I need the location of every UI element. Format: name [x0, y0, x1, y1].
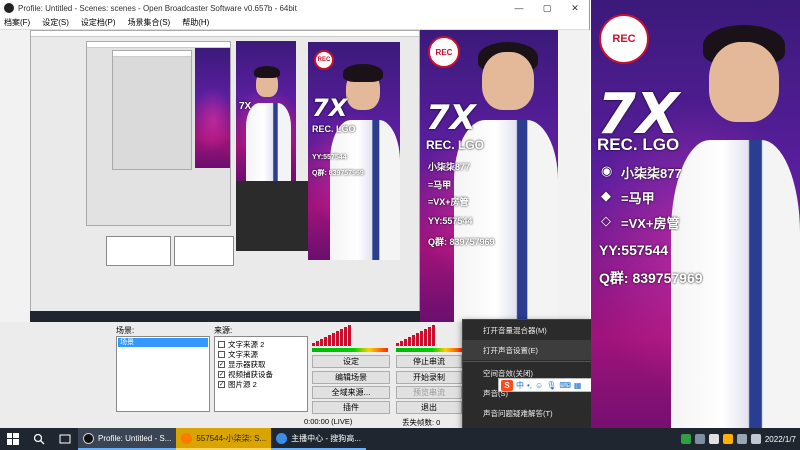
global-sources-button[interactable]: 全域来源... [312, 386, 390, 399]
tray-app-icon[interactable] [680, 434, 691, 444]
clock-date[interactable]: 2022/1/7 [765, 435, 796, 444]
nested-capture-3 [112, 50, 192, 170]
poster-image: REC 7X REC. LGO ◉ 小柒柒877 ◆ =马甲 ◇ =VX+房管 … [591, 0, 800, 450]
nested-poster-small [195, 48, 230, 168]
ime-punct-icon[interactable]: •, [527, 381, 532, 390]
obs-titlebar: Profile: Untitled - Scenes: scenes - Ope… [0, 0, 589, 16]
nested-capture-2 [86, 41, 231, 226]
tray-app-icon[interactable] [694, 434, 705, 444]
source-item[interactable]: ✓ 视频捕获设备 [215, 369, 307, 379]
stream-time: 0:00:00 (LIVE) [304, 417, 353, 426]
stop-stream-button[interactable]: 停止串流 [396, 355, 462, 368]
ime-emoji-icon[interactable]: ☺ [535, 381, 543, 390]
source-item[interactable]: ✓ 显示器获取 [215, 359, 307, 369]
scenes-label: 场景: [116, 326, 135, 335]
close-button[interactable]: ✕ [561, 3, 589, 14]
menu-profile[interactable]: 设定档(P) [81, 17, 116, 28]
windows-start-icon[interactable] [0, 428, 26, 450]
wechat-icon: ◇ [601, 213, 611, 228]
menu-help[interactable]: 帮助(H) [182, 17, 209, 28]
source-item[interactable]: 文字来源 [215, 349, 307, 359]
qq-icon: ◆ [601, 188, 611, 203]
source-checkbox[interactable]: ✓ [218, 360, 225, 368]
tray-app-icon[interactable] [722, 434, 733, 444]
nested-scene-list [106, 236, 171, 266]
source-checkbox[interactable] [218, 350, 225, 358]
mic-volume-slider[interactable] [312, 324, 351, 346]
nested-source-list [174, 236, 234, 266]
menu-item-troubleshoot[interactable]: 声音问题疑难解答(T) [463, 403, 591, 423]
ime-keyboard-icon[interactable]: ⌨ [559, 381, 571, 390]
taskbar-app-stream[interactable]: 557544-小柒柒: S... [176, 428, 272, 450]
poster-qgroup: Q群: 839757969 [599, 270, 703, 286]
ime-toolbar[interactable]: S 中 •, ☺ 🎙 ⌨ ▦ [498, 378, 592, 392]
obs-app-icon [4, 3, 14, 13]
ime-menu-icon[interactable]: ▦ [574, 381, 582, 390]
source-item[interactable]: 文字来源 2 [215, 339, 307, 349]
mic-level-meter [312, 348, 388, 352]
taskbar-app-browser[interactable]: 主播中心 - 搜狗高... [271, 428, 366, 450]
screen: Profile: Untitled - Scenes: scenes - Ope… [0, 0, 800, 450]
settings-button[interactable]: 设定 [312, 355, 390, 368]
dropped-frames: 丢失帧数: 0 [402, 418, 441, 427]
system-tray: 2022/1/7 [680, 434, 800, 444]
preview-poster: REC 7X REC. LGO YY:557544 Q群: 839757969 [308, 42, 400, 260]
source-checkbox[interactable] [218, 340, 225, 348]
stream-preview: 7X REC 7X REC. LGO YY:557544 Q群: 8397579… [0, 30, 590, 322]
search-icon[interactable] [26, 428, 52, 450]
poster-yy: YY:557544 [599, 242, 669, 258]
team-logo: REC [599, 14, 649, 64]
poster-qq: =马甲 [621, 191, 655, 206]
menu-bar: 档案(F) 设定(S) 设定档(P) 场景集合(S) 帮助(H) [0, 16, 589, 30]
stream-taskbar-icon [181, 432, 193, 444]
scene-item[interactable]: 场景 [118, 338, 208, 347]
sogou-ime-icon: S [501, 379, 513, 391]
weibo-icon: ◉ [601, 163, 613, 178]
poster-team: REC. LGO [597, 135, 680, 154]
poster-wx: =VX+房管 [621, 216, 680, 231]
minimize-button[interactable]: — [505, 3, 533, 13]
preview-stream-button[interactable]: 预览串流 [396, 386, 462, 399]
menu-scene-collection[interactable]: 场景集合(S) [128, 17, 171, 28]
window-title: Profile: Untitled - Scenes: scenes - Ope… [18, 3, 297, 13]
obs-taskbar-icon [83, 432, 94, 444]
desktop-level-meter [396, 348, 462, 352]
network-icon[interactable] [736, 434, 747, 444]
exit-button[interactable]: 退出 [396, 401, 462, 414]
poster-weibo: 小柒柒877 [621, 166, 682, 181]
nested-taskbar [30, 311, 420, 322]
nested-poster-mid: 7X [236, 41, 296, 181]
tray-app-icon[interactable] [708, 434, 719, 444]
menu-file[interactable]: 档案(F) [4, 17, 30, 28]
source-checkbox[interactable]: ✓ [218, 370, 225, 378]
volume-icon[interactable] [750, 434, 761, 444]
menu-settings[interactable]: 设定(S) [42, 17, 69, 28]
ime-language[interactable]: 中 [516, 380, 524, 391]
plugins-button[interactable]: 插件 [312, 401, 390, 414]
menu-item-sound-settings[interactable]: 打开声音设置(E) [463, 340, 591, 360]
scene-list[interactable]: 场景 [116, 336, 210, 412]
edit-scene-button[interactable]: 编辑场景 [312, 371, 390, 384]
taskbar: Profile: Untitled - S... 557544-小柒柒: S..… [0, 428, 800, 450]
volume-context-menu: 打开音量混合器(M) 打开声音设置(E) 空间音效(关闭) 声音(S) 声音问题… [462, 319, 592, 429]
task-view-icon[interactable] [52, 428, 78, 450]
taskbar-app-obs[interactable]: Profile: Untitled - S... [78, 428, 177, 450]
source-item[interactable]: ✓ 图片源 2 [215, 379, 307, 389]
preview-poster-large: REC 7X REC. LGO 小柒柒877 =马甲 =VX+房管 YY:557… [420, 30, 558, 322]
menu-item-volume-mixer[interactable]: 打开音量混合器(M) [463, 320, 591, 340]
browser-taskbar-icon [276, 432, 288, 444]
maximize-button[interactable]: ▢ [533, 3, 561, 14]
source-checkbox[interactable]: ✓ [218, 380, 225, 388]
start-record-button[interactable]: 开始录制 [396, 371, 462, 384]
ime-mic-icon[interactable]: 🎙 [546, 381, 556, 390]
sources-label: 来源: [214, 326, 233, 335]
desktop-volume-slider[interactable] [396, 324, 435, 346]
source-list[interactable]: 文字来源 2 文字来源 ✓ 显示器获取 ✓ 视频捕获设备 ✓ 图片源 2 [214, 336, 308, 412]
